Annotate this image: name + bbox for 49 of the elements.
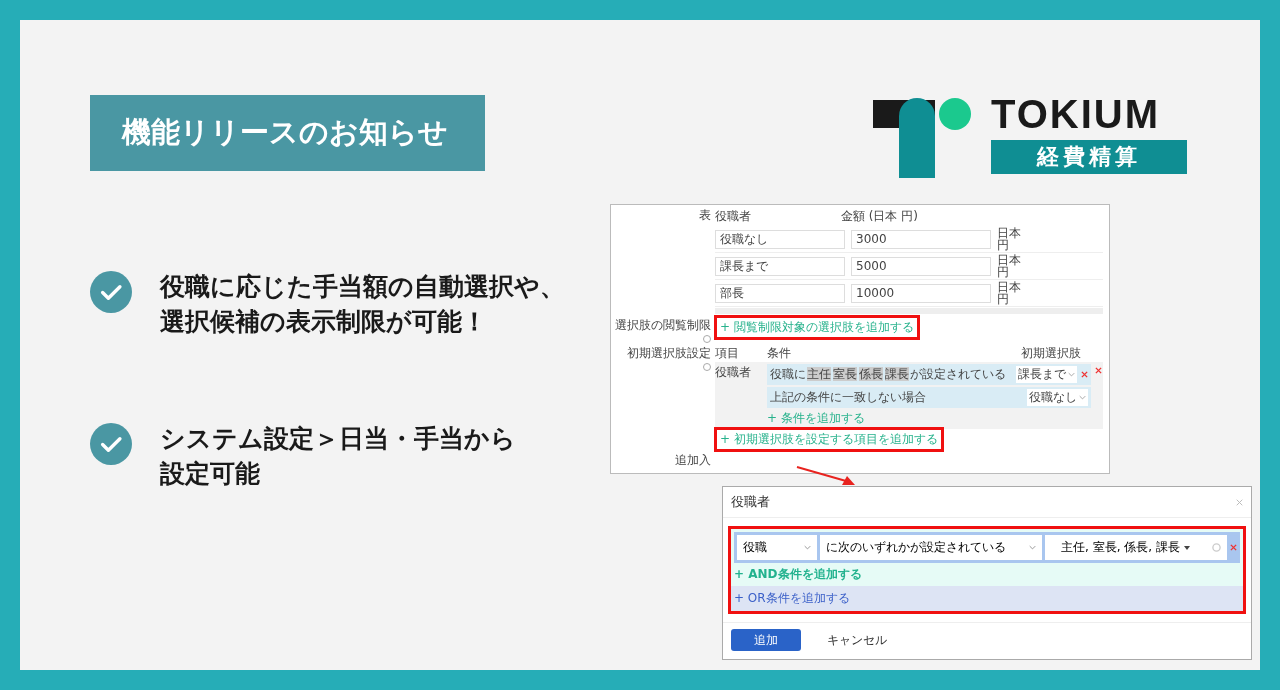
field-label: 初期選択肢設定 [627, 345, 711, 362]
pointer-arrow [796, 466, 856, 486]
amount-field[interactable]: 3000 [851, 229, 991, 249]
column-header: 初期選択肢 [1021, 345, 1082, 362]
currency-unit: 日本円 [997, 281, 1022, 305]
check-icon [90, 271, 132, 313]
column-header: 項目 [715, 345, 740, 362]
currency-unit: 日本円 [997, 254, 1022, 278]
logo-wordmark: TOKIUM [991, 94, 1162, 134]
feature-text: 役職に応じた手当額の自動選択や、 選択候補の表示制限が可能！ [160, 271, 565, 338]
choice-dropdown[interactable]: 課長まで [1016, 366, 1077, 383]
horizontal-scrollbar[interactable] [715, 308, 1103, 314]
announcement-title: 機能リリースのお知らせ [90, 95, 485, 171]
column-header: 条件 [767, 345, 792, 362]
cancel-button[interactable]: キャンセル [821, 630, 893, 650]
caret-icon [1184, 545, 1190, 550]
delete-icon[interactable] [1230, 544, 1237, 551]
currency-unit: 日本円 [997, 227, 1022, 251]
condition-text: 上記の条件に一致しない場合 [770, 389, 927, 406]
choice-dropdown[interactable]: 役職なし [1027, 389, 1088, 406]
amount-field[interactable]: 5000 [851, 256, 991, 276]
values-dropdown[interactable]: 主任, 室長, 係長, 課長 [1045, 535, 1227, 560]
delete-icon[interactable] [1081, 371, 1088, 378]
column-header: 金額 (日本 円) [841, 208, 919, 225]
title-field[interactable]: 課長まで [715, 256, 845, 276]
chevron-down-icon [1068, 372, 1075, 377]
chevron-down-icon [804, 545, 811, 550]
check-icon [90, 423, 132, 465]
chevron-down-icon [1079, 395, 1086, 400]
title-field[interactable]: 役職なし [715, 229, 845, 249]
product-name: 経費精算 [991, 140, 1187, 174]
column-header: 役職者 [715, 208, 752, 225]
title-field[interactable]: 部長 [715, 283, 845, 303]
chevron-down-icon [1029, 545, 1036, 550]
amount-field[interactable]: 10000 [851, 283, 991, 303]
field-label: 表 [698, 207, 711, 224]
item-name: 役職者 [715, 364, 752, 381]
close-icon[interactable] [1236, 498, 1243, 506]
add-or-condition-link[interactable]: + OR条件を追加する [731, 586, 1243, 611]
feature-text: システム設定＞日当・手当から 設定可能 [160, 423, 516, 490]
field-label: 追加入 [674, 452, 711, 469]
delete-icon[interactable] [1095, 367, 1102, 374]
field-label: 選択肢の閲覧制限 [615, 317, 711, 334]
operator-dropdown[interactable]: に次のいずれかが設定されている [820, 535, 1042, 560]
field-dropdown[interactable]: 役職 [737, 535, 817, 560]
clear-icon[interactable] [1212, 543, 1221, 552]
add-button[interactable]: 追加 [731, 629, 801, 651]
dialog-title: 役職者 [731, 493, 770, 511]
condition-text: 役職に主任 室長 係長 課長が設定されている [770, 366, 1007, 383]
